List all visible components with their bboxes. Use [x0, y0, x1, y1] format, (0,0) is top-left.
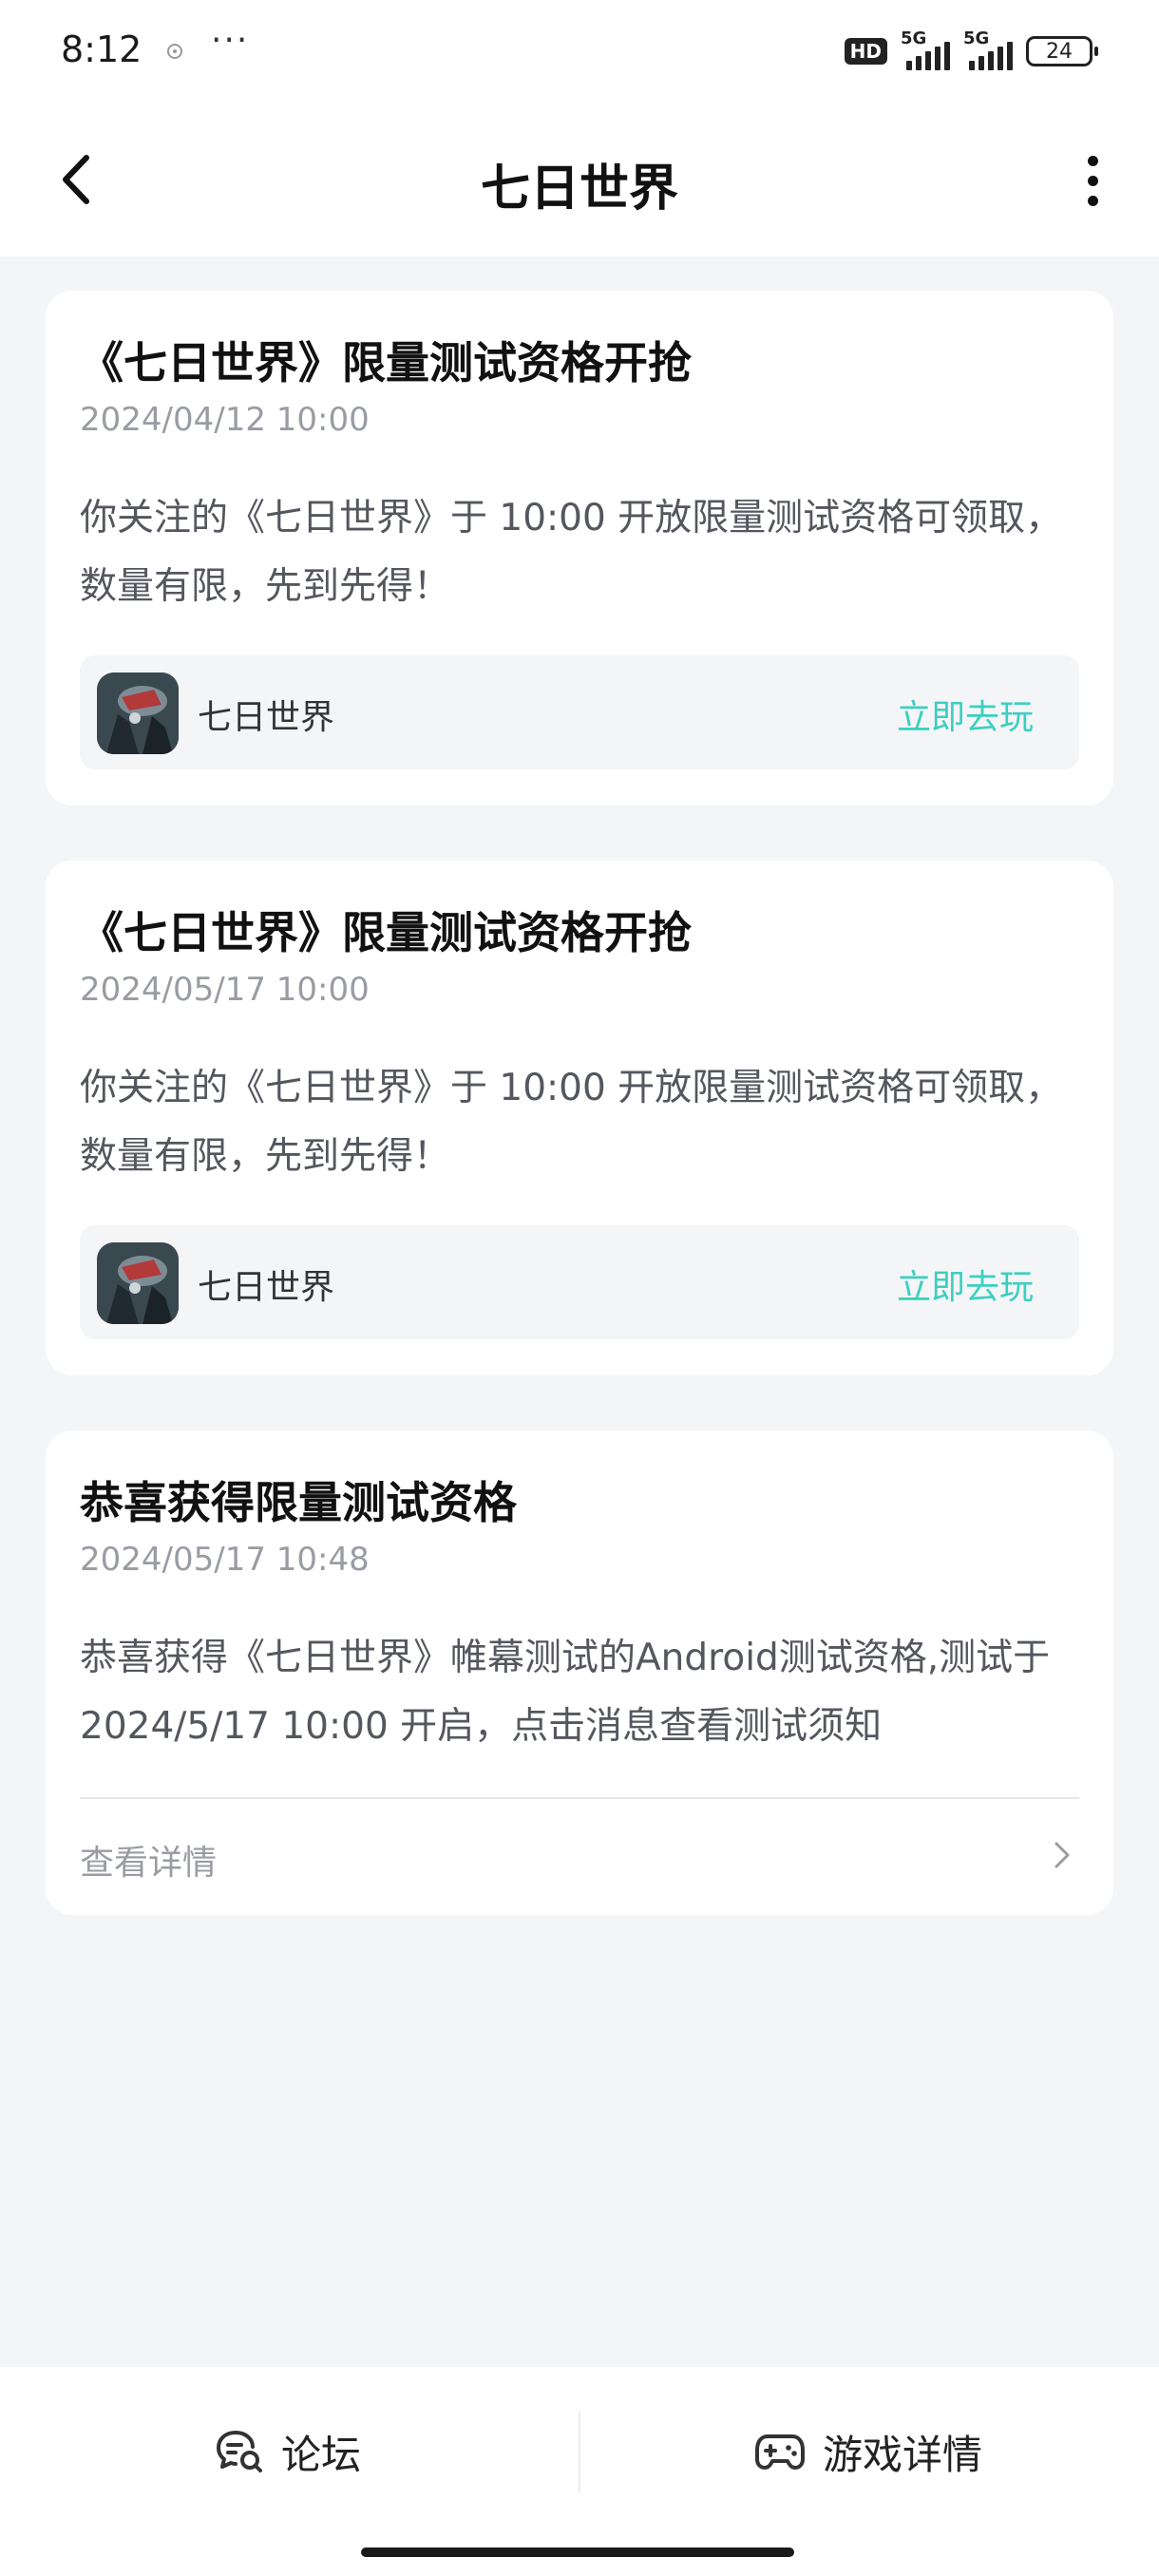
app-header: 七日世界 [0, 104, 1159, 256]
message-title: 《七日世界》限量测试资格开抢 [80, 907, 692, 958]
message-card[interactable]: 《七日世界》限量测试资格开抢 2024/04/12 10:00 你关注的《七日世… [46, 291, 1113, 805]
view-details-link[interactable]: 查看详情 [80, 1835, 217, 1885]
bottom-action-bar: 论坛 游戏详情 [0, 2367, 1159, 2576]
message-time: 2024/05/17 10:48 [80, 1541, 370, 1579]
message-card[interactable]: 《七日世界》限量测试资格开抢 2024/05/17 10:00 你关注的《七日世… [46, 861, 1113, 1375]
message-body: 恭喜获得《七日世界》帷幕测试的Android测试资格,测试于 2024/5/17… [80, 1637, 1051, 1748]
play-now-button[interactable]: 立即去玩 [897, 1260, 1034, 1309]
forum-label: 论坛 [281, 2431, 362, 2478]
game-app-icon [97, 672, 179, 754]
game-detail-button[interactable]: 游戏详情 [754, 2418, 982, 2485]
network-type-label: 5G [901, 28, 927, 48]
status-bar: 8:12 ··· HD 5G 5G 24 [0, 0, 1159, 104]
more-dot-icon [1087, 195, 1098, 206]
game-entry[interactable]: 七日世界 立即去玩 [80, 1225, 1079, 1339]
page-title: 七日世界 [480, 161, 678, 218]
game-detail-label: 游戏详情 [823, 2431, 983, 2478]
game-app-icon [97, 1242, 179, 1324]
forum-button[interactable]: 论坛 [215, 2418, 361, 2485]
gamepad-icon [755, 2434, 805, 2470]
notification-dot-icon [167, 44, 182, 59]
game-name: 七日世界 [198, 1268, 335, 1307]
more-dot-icon [1087, 175, 1098, 186]
network-type-label: 5G [963, 28, 990, 48]
status-more-indicator: ··· [211, 21, 250, 60]
hd-voice-icon: HD [844, 38, 887, 65]
battery-level: 24 [1046, 39, 1073, 64]
card-divider [80, 1797, 1079, 1799]
bottom-divider [579, 2411, 580, 2492]
more-dot-icon [1087, 155, 1098, 166]
message-time: 2024/05/17 10:00 [80, 971, 370, 1009]
message-body: 你关注的《七日世界》于 10:00 开放限量测试资格可领取，数量有限，先到先得！ [80, 497, 1063, 608]
play-now-button[interactable]: 立即去玩 [897, 690, 1034, 739]
game-name: 七日世界 [198, 698, 335, 737]
home-indicator[interactable] [361, 2548, 794, 2557]
signal-strength-icon: 5G [901, 28, 950, 70]
status-time: 8:12 [61, 28, 142, 70]
message-title: 恭喜获得限量测试资格 [80, 1477, 517, 1528]
message-title: 《七日世界》限量测试资格开抢 [80, 337, 692, 388]
battery-icon: 24 [1026, 36, 1098, 66]
message-body: 你关注的《七日世界》于 10:00 开放限量测试资格可领取，数量有限，先到先得！ [80, 1067, 1063, 1178]
chevron-right-icon[interactable] [1047, 1841, 1075, 1869]
signal-strength-icon: 5G [963, 28, 1013, 70]
game-entry[interactable]: 七日世界 立即去玩 [80, 655, 1079, 769]
status-indicators: HD 5G 5G 24 [844, 28, 1098, 70]
message-time: 2024/04/12 10:00 [80, 401, 370, 439]
more-options-button[interactable] [1064, 142, 1121, 218]
forum-chat-icon [217, 2431, 262, 2472]
message-card[interactable]: 恭喜获得限量测试资格 2024/05/17 10:48 恭喜获得《七日世界》帷幕… [46, 1430, 1113, 1915]
